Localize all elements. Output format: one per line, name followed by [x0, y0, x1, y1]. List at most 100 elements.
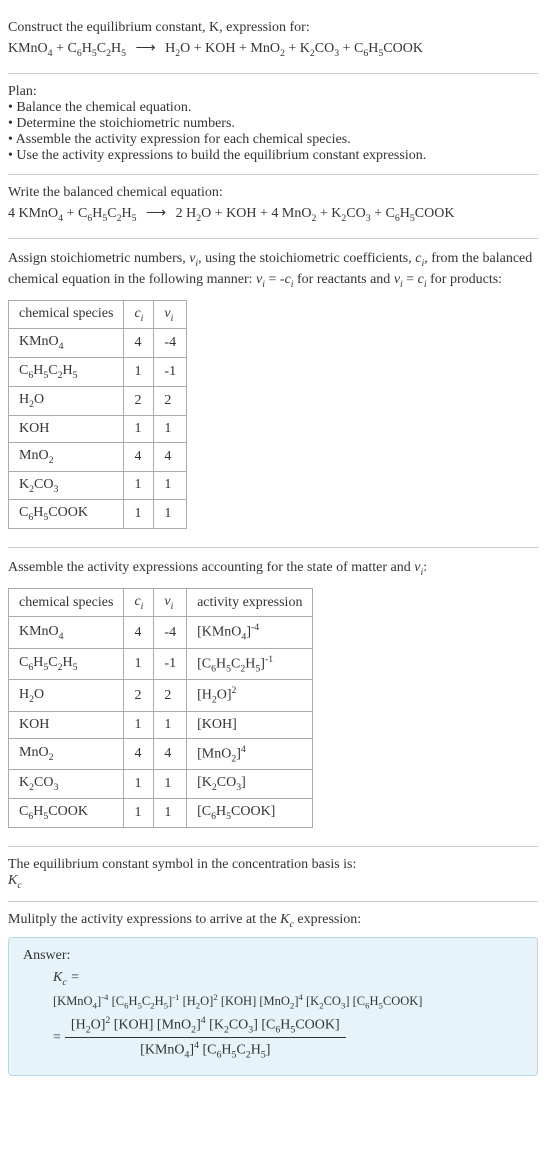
cell: C6H5COOK	[9, 799, 124, 828]
cell: C6H5C2H5	[9, 358, 124, 387]
cell: 1	[124, 799, 154, 828]
plan-item: • Use the activity expressions to build …	[8, 148, 538, 164]
cell: 2	[124, 680, 154, 711]
cell: 1	[154, 799, 187, 828]
stoich-table: chemical species ci νi KMnO44-4 C6H5C2H5…	[8, 300, 187, 530]
balanced-lhs: 4 KMnO4 + C6H5C2H5	[8, 206, 137, 221]
balanced-section: Write the balanced chemical equation: 4 …	[8, 175, 538, 239]
cell: H2O	[9, 680, 124, 711]
plan-item: • Balance the chemical equation.	[8, 100, 538, 116]
cell: [C6H5C2H5]-1	[187, 648, 313, 679]
plan-section: Plan: • Balance the chemical equation. •…	[8, 74, 538, 175]
kc-line-2: [KMnO4]-4 [C6H5C2H5]-1 [H2O]2 [KOH] [MnO…	[53, 992, 523, 1011]
kc-line-3: = [H2O]2 [KOH] [MnO2]4 [K2CO3] [C6H5COOK…	[53, 1015, 523, 1061]
cell: KOH	[9, 415, 124, 442]
kc-block: Kc = [KMnO4]-4 [C6H5C2H5]-1 [H2O]2 [KOH]…	[23, 970, 523, 1060]
intro-eq-lhs: KMnO4 + C6H5C2H5	[8, 41, 126, 56]
cell: 4	[124, 329, 154, 358]
balanced-equation: 4 KMnO4 + C6H5C2H5 ⟶ 2 H2O + KOH + 4 MnO…	[8, 205, 538, 224]
assign-section: Assign stoichiometric numbers, νi, using…	[8, 239, 538, 549]
cell: [MnO2]4	[187, 738, 313, 769]
table-row: KOH11[KOH]	[9, 711, 313, 738]
cell: -1	[154, 358, 187, 387]
cell: 1	[124, 770, 154, 799]
intro-equation: KMnO4 + C6H5C2H5 ⟶ H2O + KOH + MnO2 + K2…	[8, 40, 538, 59]
cell: 1	[154, 770, 187, 799]
symbol-text: The equilibrium constant symbol in the c…	[8, 857, 538, 873]
cell: [H2O]2	[187, 680, 313, 711]
table-header-row: chemical species ci νi	[9, 300, 187, 329]
cell: 2	[154, 680, 187, 711]
cell: KMnO4	[9, 329, 124, 358]
equals-sign: =	[53, 1030, 61, 1046]
balanced-title: Write the balanced chemical equation:	[8, 185, 538, 201]
cell: 1	[154, 711, 187, 738]
kc-eq: Kc =	[53, 970, 80, 988]
cell: 1	[124, 500, 154, 529]
cell: -1	[154, 648, 187, 679]
cell: 1	[124, 711, 154, 738]
answer-box: Answer: Kc = [KMnO4]-4 [C6H5C2H5]-1 [H2O…	[8, 937, 538, 1075]
cell: C6H5COOK	[9, 500, 124, 529]
cell: KMnO4	[9, 617, 124, 648]
assemble-section: Assemble the activity expressions accoun…	[8, 548, 538, 847]
table-row: KMnO44-4	[9, 329, 187, 358]
cell: [C6H5COOK]	[187, 799, 313, 828]
table-header-row: chemical species ci νi activity expressi…	[9, 588, 313, 617]
intro-text: Construct the equilibrium constant, K, e…	[8, 20, 538, 36]
arrow-icon: ⟶	[130, 41, 162, 56]
assign-text: Assign stoichiometric numbers, νi, using…	[8, 249, 538, 292]
table-row: C6H5C2H51-1	[9, 358, 187, 387]
cell: 4	[154, 738, 187, 769]
cell: MnO2	[9, 442, 124, 471]
table-row: K2CO311[K2CO3]	[9, 770, 313, 799]
plan-item: • Determine the stoichiometric numbers.	[8, 116, 538, 132]
cell: [KOH]	[187, 711, 313, 738]
table-header: νi	[154, 588, 187, 617]
cell: KOH	[9, 711, 124, 738]
cell: -4	[154, 617, 187, 648]
table-row: C6H5COOK11[C6H5COOK]	[9, 799, 313, 828]
cell: K2CO3	[9, 770, 124, 799]
cell: [KMnO4]-4	[187, 617, 313, 648]
table-row: H2O22	[9, 386, 187, 415]
table-row: MnO244	[9, 442, 187, 471]
cell: 1	[124, 415, 154, 442]
intro-eq-rhs: H2O + KOH + MnO2 + K2CO3 + C6H5COOK	[165, 41, 423, 56]
kc-fraction: [H2O]2 [KOH] [MnO2]4 [K2CO3] [C6H5COOK] …	[65, 1015, 346, 1061]
cell: 1	[154, 500, 187, 529]
cell: 4	[124, 442, 154, 471]
cell: MnO2	[9, 738, 124, 769]
cell: 2	[154, 386, 187, 415]
table-header: chemical species	[9, 588, 124, 617]
cell: 4	[124, 738, 154, 769]
table-row: C6H5C2H51-1[C6H5C2H5]-1	[9, 648, 313, 679]
kc-product: [KMnO4]-4 [C6H5C2H5]-1 [H2O]2 [KOH] [MnO…	[53, 992, 422, 1011]
plan-title: Plan:	[8, 84, 538, 100]
table-header: chemical species	[9, 300, 124, 329]
cell: -4	[154, 329, 187, 358]
frac-denominator: [KMnO4]4 [C6H5C2H5]	[134, 1038, 276, 1060]
cell: C6H5C2H5	[9, 648, 124, 679]
cell: 4	[124, 617, 154, 648]
multiply-text: Mulitply the activity expressions to arr…	[8, 912, 538, 930]
kc-symbol: Kc	[8, 873, 538, 891]
balanced-rhs: 2 H2O + KOH + 4 MnO2 + K2CO3 + C6H5COOK	[176, 206, 455, 221]
table-row: KMnO44-4[KMnO4]-4	[9, 617, 313, 648]
cell: [K2CO3]	[187, 770, 313, 799]
table-header: activity expression	[187, 588, 313, 617]
table-header: ci	[124, 300, 154, 329]
symbol-section: The equilibrium constant symbol in the c…	[8, 847, 538, 902]
cell: 1	[124, 648, 154, 679]
intro-section: Construct the equilibrium constant, K, e…	[8, 8, 538, 74]
cell: K2CO3	[9, 471, 124, 500]
frac-numerator: [H2O]2 [KOH] [MnO2]4 [K2CO3] [C6H5COOK]	[65, 1015, 346, 1038]
multiply-section: Mulitply the activity expressions to arr…	[8, 902, 538, 1086]
cell: H2O	[9, 386, 124, 415]
assemble-text: Assemble the activity expressions accoun…	[8, 558, 538, 580]
answer-label: Answer:	[23, 948, 523, 964]
table-row: KOH11	[9, 415, 187, 442]
kc-line-1: Kc =	[53, 970, 523, 988]
plan-item: • Assemble the activity expression for e…	[8, 132, 538, 148]
cell: 1	[124, 358, 154, 387]
